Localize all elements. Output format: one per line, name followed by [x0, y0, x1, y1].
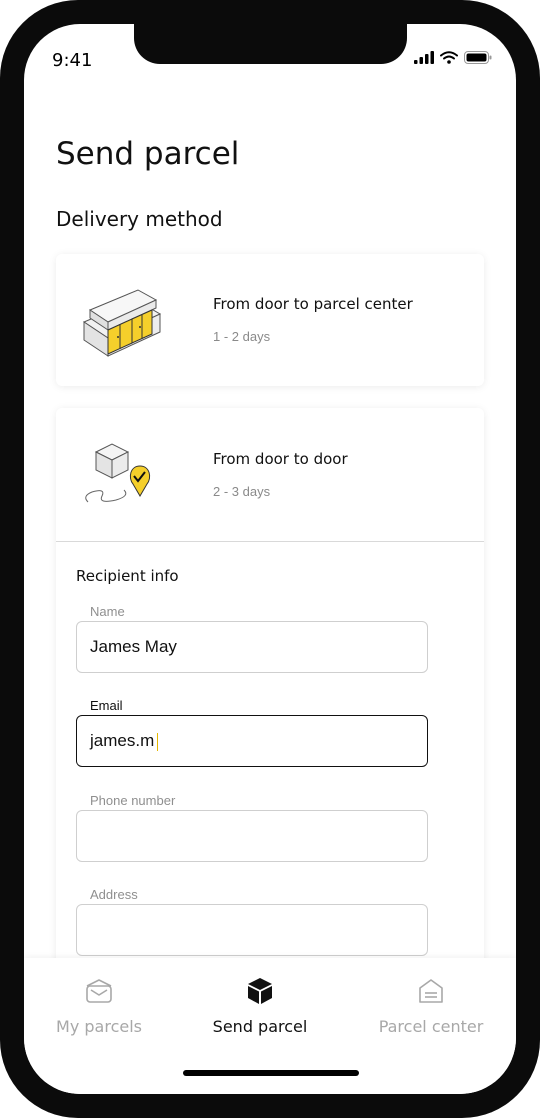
status-time: 9:41: [52, 50, 93, 71]
home-indicator: [183, 1070, 359, 1076]
name-value: James May: [90, 637, 177, 656]
email-value: james.m: [90, 731, 155, 750]
delivery-method-title: Delivery method: [56, 207, 223, 231]
recipient-info-title: Recipient info: [76, 567, 179, 585]
status-icons: [414, 51, 492, 64]
address-field[interactable]: [76, 904, 428, 956]
option-title: From door to door: [213, 450, 348, 468]
tab-send-parcel[interactable]: Send parcel: [185, 976, 335, 1036]
option-title: From door to parcel center: [213, 295, 413, 313]
email-label: Email: [90, 698, 123, 713]
parcel-center-icon: [419, 979, 443, 1003]
delivery-option-parcel-center[interactable]: From door to parcel center 1 - 2 days: [56, 254, 484, 386]
email-field[interactable]: james.m: [76, 715, 428, 767]
battery-icon: [464, 51, 492, 64]
tab-label: My parcels: [56, 1017, 142, 1036]
tab-parcel-center[interactable]: Parcel center: [356, 976, 506, 1036]
door-delivery-icon: [85, 443, 151, 503]
address-label: Address: [90, 887, 138, 902]
parcel-locker-icon: [82, 289, 162, 357]
phone-field[interactable]: [76, 810, 428, 862]
name-label: Name: [90, 604, 125, 619]
screen: 9:41 Send parcel Delivery method From do…: [24, 24, 516, 1094]
cube-icon: [248, 978, 272, 1004]
delivery-option-door-to-door[interactable]: From door to door 2 - 3 days Recipient i…: [56, 408, 484, 1008]
option-duration: 2 - 3 days: [213, 484, 271, 499]
text-caret: [157, 732, 159, 751]
option-duration: 1 - 2 days: [213, 329, 271, 344]
wifi-icon: [440, 51, 458, 64]
tab-label: Send parcel: [212, 1017, 308, 1036]
tab-my-parcels[interactable]: My parcels: [24, 976, 174, 1036]
envelope-box-icon: [86, 979, 112, 1003]
phone-label: Phone number: [90, 793, 176, 808]
name-field[interactable]: James May: [76, 621, 428, 673]
divider: [56, 541, 484, 542]
page-title: Send parcel: [56, 136, 240, 172]
phone-frame: 9:41 Send parcel Delivery method From do…: [0, 0, 540, 1118]
notch: [134, 24, 407, 64]
signal-icon: [414, 51, 434, 64]
tab-label: Parcel center: [378, 1017, 484, 1036]
